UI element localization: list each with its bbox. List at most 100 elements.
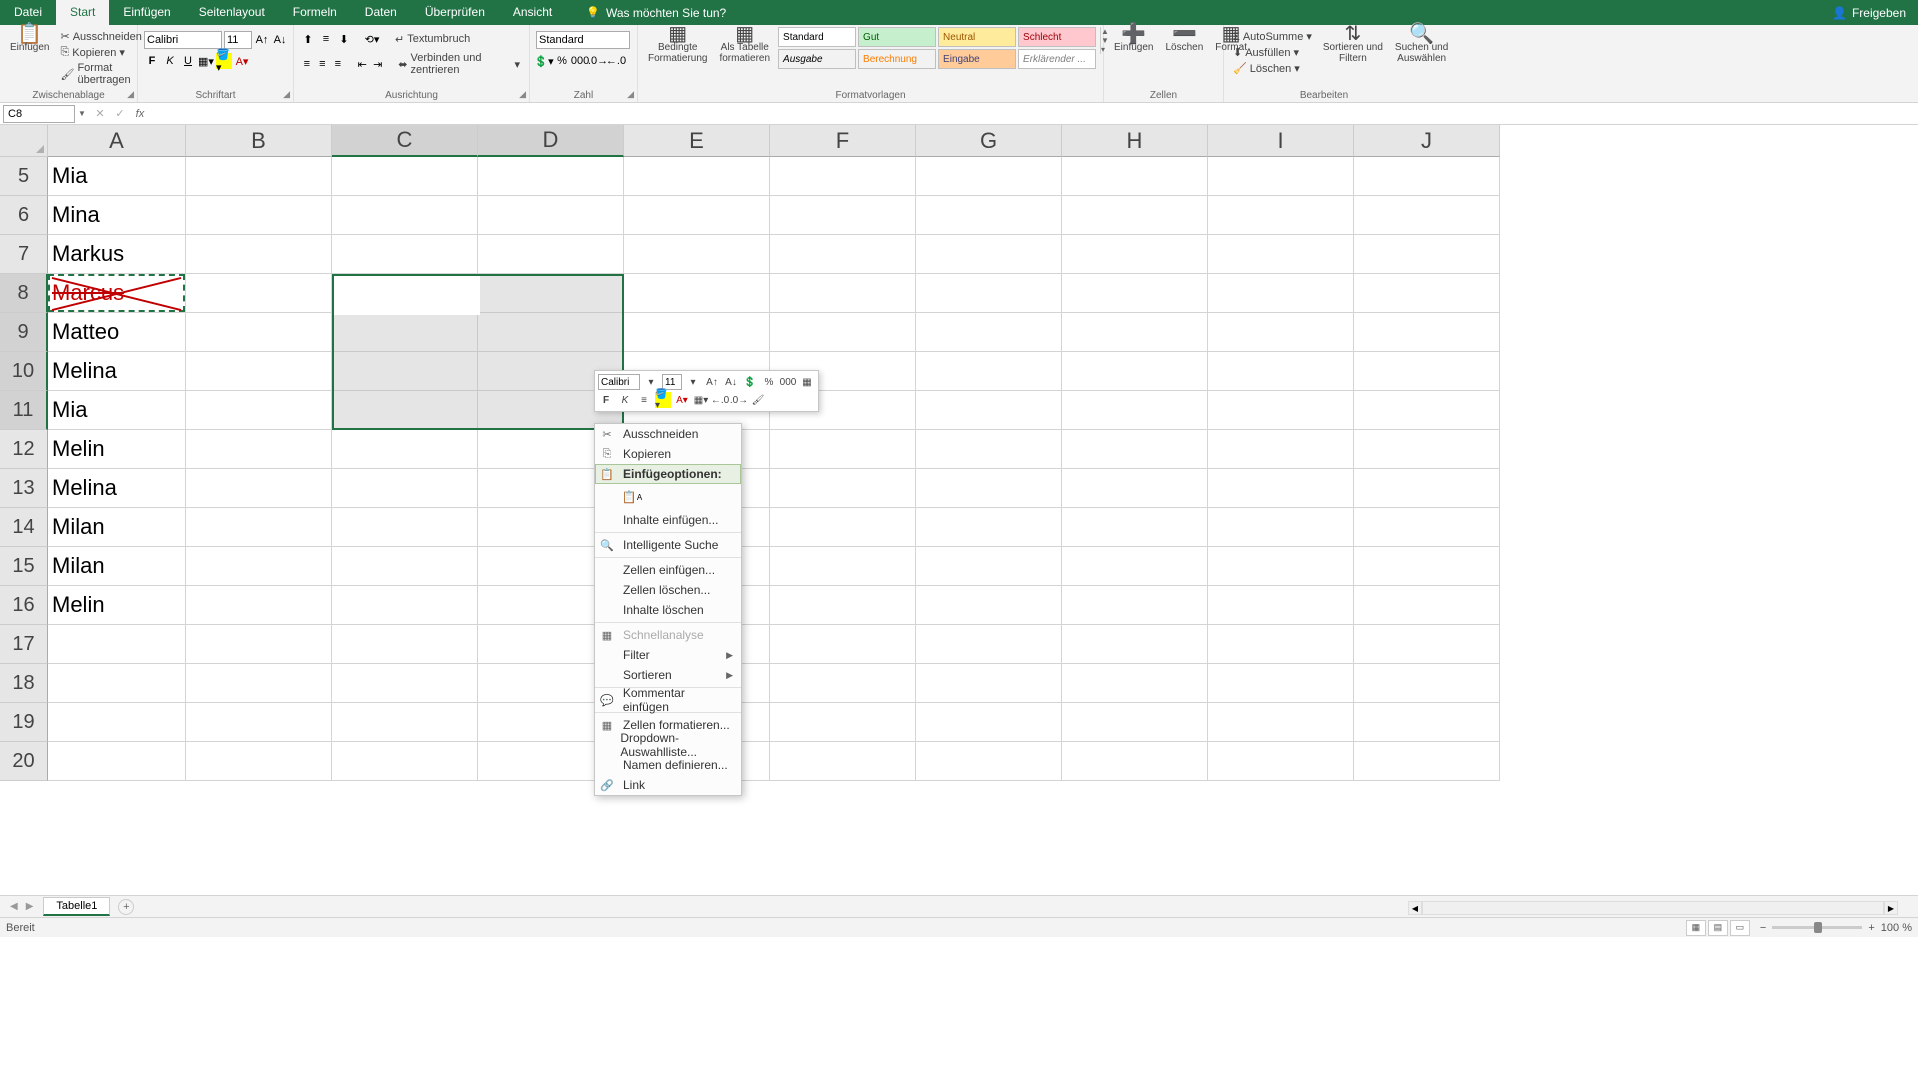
- row-header[interactable]: 17: [0, 625, 48, 664]
- cell[interactable]: [770, 469, 916, 508]
- cm-copy[interactable]: ⎘Kopieren: [595, 444, 741, 464]
- cell[interactable]: [1208, 313, 1354, 352]
- cell[interactable]: [916, 664, 1062, 703]
- find-select-button[interactable]: 🔍Suchen und Auswählen: [1391, 27, 1452, 66]
- dialog-launcher-icon[interactable]: ◢: [283, 89, 290, 100]
- increase-decimal-icon[interactable]: .0→: [590, 53, 606, 69]
- cell[interactable]: [770, 157, 916, 196]
- cell[interactable]: Mia: [48, 391, 186, 430]
- cell[interactable]: [1354, 430, 1500, 469]
- comma-icon[interactable]: 000: [780, 374, 796, 390]
- dialog-launcher-icon[interactable]: ◢: [627, 89, 634, 100]
- font-size-select[interactable]: [224, 31, 252, 49]
- row-header[interactable]: 15: [0, 547, 48, 586]
- border-icon[interactable]: ▦: [799, 374, 815, 390]
- paste-button[interactable]: 📋 Einfügen: [6, 27, 53, 55]
- cell[interactable]: [916, 274, 1062, 313]
- row-header[interactable]: 20: [0, 742, 48, 781]
- cell[interactable]: [770, 313, 916, 352]
- cell[interactable]: [48, 625, 186, 664]
- formula-input[interactable]: [150, 108, 1918, 120]
- cell[interactable]: [186, 547, 332, 586]
- row-header[interactable]: 19: [0, 703, 48, 742]
- sort-filter-button[interactable]: ⇅Sortieren und Filtern: [1319, 27, 1387, 66]
- paste-values-button[interactable]: 📋A: [621, 486, 643, 508]
- cell[interactable]: [332, 547, 478, 586]
- wrap-text-button[interactable]: ↵Textumbruch: [392, 32, 473, 47]
- cell[interactable]: [1062, 469, 1208, 508]
- cell[interactable]: [1062, 586, 1208, 625]
- conditional-formatting-button[interactable]: ▦Bedingte Formatierung: [644, 27, 711, 66]
- decrease-font-icon[interactable]: A↓: [272, 32, 288, 48]
- style-explain[interactable]: Erklärender ...: [1018, 49, 1096, 69]
- row-header[interactable]: 8: [0, 274, 48, 313]
- cell[interactable]: [1354, 586, 1500, 625]
- decrease-indent-icon[interactable]: ⇤: [355, 56, 369, 72]
- decrease-decimal-icon[interactable]: ←.0: [712, 392, 728, 408]
- style-normal[interactable]: Standard: [778, 27, 856, 47]
- format-painter-icon[interactable]: 🖌: [750, 392, 766, 408]
- cell[interactable]: [770, 547, 916, 586]
- cell[interactable]: [1062, 742, 1208, 781]
- cell[interactable]: [1208, 157, 1354, 196]
- menu-tab-ansicht[interactable]: Ansicht: [499, 0, 566, 25]
- cell[interactable]: [1208, 235, 1354, 274]
- cell[interactable]: [1354, 664, 1500, 703]
- cell[interactable]: [1208, 703, 1354, 742]
- cell[interactable]: [1062, 664, 1208, 703]
- cell[interactable]: [1354, 391, 1500, 430]
- cell[interactable]: [770, 703, 916, 742]
- menu-tab-daten[interactable]: Daten: [351, 0, 411, 25]
- cell[interactable]: [1208, 664, 1354, 703]
- cell[interactable]: [916, 391, 1062, 430]
- menu-tab-seitenlayout[interactable]: Seitenlayout: [185, 0, 279, 25]
- row-header[interactable]: 7: [0, 235, 48, 274]
- cell[interactable]: [770, 742, 916, 781]
- cell[interactable]: [1208, 196, 1354, 235]
- cell[interactable]: [1062, 547, 1208, 586]
- cell[interactable]: [1062, 508, 1208, 547]
- cancel-formula-icon[interactable]: ✕: [90, 107, 110, 120]
- cell[interactable]: Matteo: [48, 313, 186, 352]
- dropdown-icon[interactable]: ▾: [643, 374, 659, 390]
- column-header[interactable]: G: [916, 125, 1062, 157]
- row-header[interactable]: 6: [0, 196, 48, 235]
- border-button[interactable]: ▦▾: [693, 392, 709, 408]
- style-good[interactable]: Gut: [858, 27, 936, 47]
- cell[interactable]: [332, 703, 478, 742]
- menu-tab-start[interactable]: Start: [56, 0, 109, 25]
- cell[interactable]: [332, 625, 478, 664]
- font-name-select[interactable]: [144, 31, 222, 49]
- cell[interactable]: [1354, 625, 1500, 664]
- format-painter-button[interactable]: 🖌Format übertragen: [57, 61, 144, 87]
- fill-color-button[interactable]: 🪣▾: [655, 392, 671, 408]
- cell[interactable]: [770, 508, 916, 547]
- cell[interactable]: [48, 742, 186, 781]
- insert-cells-button[interactable]: ➕Einfügen: [1110, 27, 1157, 55]
- cell[interactable]: [1062, 625, 1208, 664]
- cell[interactable]: [916, 703, 1062, 742]
- comma-icon[interactable]: 000: [572, 53, 588, 69]
- style-calc[interactable]: Berechnung: [858, 49, 936, 69]
- cell[interactable]: [1062, 391, 1208, 430]
- row-header[interactable]: 16: [0, 586, 48, 625]
- cell[interactable]: [186, 703, 332, 742]
- cell[interactable]: [1062, 352, 1208, 391]
- accept-formula-icon[interactable]: ✓: [110, 107, 130, 120]
- cell[interactable]: [478, 274, 624, 313]
- cell[interactable]: [186, 469, 332, 508]
- select-all-button[interactable]: [0, 125, 48, 157]
- column-header[interactable]: H: [1062, 125, 1208, 157]
- delete-cells-button[interactable]: ➖Löschen: [1161, 27, 1207, 55]
- cell[interactable]: [332, 157, 478, 196]
- cell[interactable]: [332, 391, 478, 430]
- cell[interactable]: [478, 235, 624, 274]
- sheet-tab[interactable]: Tabelle1: [43, 897, 110, 916]
- cm-paste-options[interactable]: 📋Einfügeoptionen:: [595, 464, 741, 484]
- share-button[interactable]: 👤 Freigeben: [1832, 6, 1906, 20]
- cell[interactable]: Mia: [48, 157, 186, 196]
- column-header[interactable]: A: [48, 125, 186, 157]
- fill-button[interactable]: ⬇Ausfüllen ▾: [1230, 45, 1315, 60]
- cell[interactable]: [1208, 391, 1354, 430]
- cell[interactable]: [624, 274, 770, 313]
